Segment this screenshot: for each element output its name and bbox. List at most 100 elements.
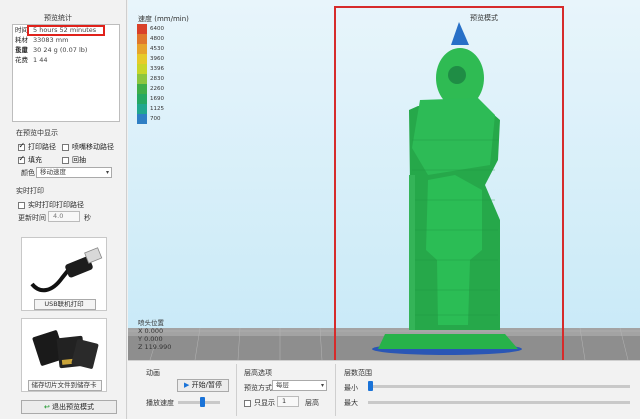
play-speed-slider[interactable] [178, 401, 220, 404]
chevron-down-icon: ▾ [320, 382, 324, 389]
legend-value: 700 [150, 116, 161, 122]
legend-color-swatch [137, 44, 147, 54]
color-select-value: 移动速度 [40, 168, 66, 176]
legend-entry: 4530 [137, 44, 169, 54]
left-panel: 预览统计 时间 5 hours 52 minutes 耗材长度 33083 mm 重… [0, 0, 127, 419]
min-layer-knob[interactable] [368, 381, 373, 391]
exit-preview-label: 退出预览模式 [52, 403, 95, 411]
stats-key: 重量 [15, 46, 28, 54]
preview-mode-label: 预览方式 [244, 384, 272, 392]
save-to-sd-card[interactable]: 储存切片文件到储存卡 [21, 318, 107, 392]
option-label: 喷嘴移动路径 [72, 143, 114, 151]
option-nozzle-path[interactable]: 喷嘴移动路径 [62, 142, 114, 152]
update-time-unit: 秒 [84, 214, 91, 222]
checkbox-icon[interactable] [62, 156, 69, 164]
sd-card-caption: 储存切片文件到储存卡 [31, 381, 97, 389]
coord-z: Z 119.990 [138, 343, 171, 351]
play-pause-button[interactable]: ▶ 开始/暂停 [177, 379, 229, 392]
legend-entry: 6400 [137, 24, 169, 34]
checkbox-icon[interactable] [244, 399, 251, 407]
legend-color-swatch [137, 74, 147, 84]
play-icon: ▶ [184, 381, 190, 389]
coord-value: 0.000 [144, 327, 164, 335]
legend-entry: 700 [137, 114, 169, 124]
sd-card-icon [32, 330, 99, 369]
stats-value: 1 44 [33, 56, 48, 64]
legend-value: 1690 [150, 96, 164, 102]
stats-value: 30 24 g (0.07 lb) [33, 46, 88, 54]
legend-entry: 3396 [137, 64, 169, 74]
legend-entry: 2830 [137, 74, 169, 84]
usb-cable-icon [30, 247, 103, 293]
max-layer-slider[interactable] [368, 401, 630, 404]
display-options-title: 在预览中显示 [16, 129, 58, 137]
stats-row: 耗材长度 33083 mm [13, 35, 119, 54]
legend-color-swatch [137, 24, 147, 34]
option-realtime-print[interactable]: 实时打印打印路径 [18, 200, 84, 210]
preview-stats-title: 预览统计 [44, 14, 72, 22]
usb-print-card[interactable]: USB联机打印 [21, 237, 107, 311]
chevron-down-icon: ▾ [105, 169, 109, 176]
option-label: 打印路径 [28, 143, 56, 151]
time-highlight [27, 25, 105, 36]
option-label: 实时打印打印路径 [28, 201, 84, 209]
legend-entry: 1125 [137, 104, 169, 114]
coord-axis: X [138, 327, 143, 335]
only-show-label: 只显示 [254, 399, 275, 407]
speed-legend: 6400 4800 4530 3960 3396 2830 2260 1690 1125 700 [137, 24, 169, 124]
play-speed-label: 播放速度 [146, 399, 174, 407]
update-time-input[interactable]: 4.0 [48, 211, 80, 222]
legend-value: 3396 [150, 66, 164, 72]
legend-value: 2830 [150, 76, 164, 82]
speed-legend-title: 速度 (mm/min) [138, 15, 189, 23]
coord-x: X 0.000 [138, 327, 171, 335]
coord-axis: Z [138, 343, 143, 351]
legend-entry: 2260 [137, 84, 169, 94]
realtime-title: 实时打印 [16, 187, 44, 195]
nozzle-position: 喷头位置 X 0.000 Y 0.000 Z 119.990 [138, 319, 171, 351]
exit-preview-button[interactable]: ↩ 退出预览模式 [21, 400, 117, 414]
min-label: 最小 [344, 384, 358, 392]
play-speed-knob[interactable] [200, 397, 205, 407]
coord-axis: Y [138, 335, 142, 343]
max-label: 最大 [344, 399, 358, 407]
checkbox-icon[interactable] [62, 143, 69, 151]
option-infill[interactable]: 填充 [18, 154, 42, 165]
legend-value: 3960 [150, 56, 164, 62]
legend-color-swatch [137, 114, 147, 124]
legend-color-swatch [137, 34, 147, 44]
stats-row: 重量 30 24 g (0.07 lb) [13, 45, 119, 55]
legend-value: 1125 [150, 106, 164, 112]
coord-value: 119.990 [144, 343, 172, 351]
preview-mode-select[interactable]: 每层 ▾ [272, 380, 327, 391]
stats-row: 花费 1 44 [13, 55, 119, 65]
checkbox-icon[interactable] [18, 154, 25, 164]
preview-mode-value: 每层 [276, 381, 289, 389]
legend-entry: 3960 [137, 54, 169, 64]
legend-color-swatch [137, 104, 147, 114]
checkbox-icon[interactable] [18, 201, 25, 209]
only-show-layers-input[interactable]: 1 [277, 396, 299, 407]
stats-key: 耗材长度 [15, 36, 28, 54]
legend-value: 2260 [150, 86, 164, 92]
color-select[interactable]: 移动速度 ▾ [36, 167, 112, 178]
divider [236, 364, 237, 416]
only-show-option[interactable]: 只显示 [244, 398, 275, 408]
option-print-path[interactable]: 打印路径 [18, 141, 56, 152]
checkbox-icon[interactable] [18, 141, 25, 151]
update-time-value: 4.0 [53, 212, 64, 220]
nozzle-position-title: 喷头位置 [138, 319, 164, 327]
play-pause-label: 开始/暂停 [191, 381, 222, 389]
legend-value: 6400 [150, 26, 164, 32]
usb-print-caption: USB联机打印 [44, 300, 84, 308]
color-label: 颜色 [21, 169, 35, 177]
legend-value: 4530 [150, 46, 164, 52]
coord-y: Y 0.000 [138, 335, 171, 343]
option-retract[interactable]: 回抽 [62, 155, 86, 165]
legend-entry: 4800 [137, 34, 169, 44]
legend-color-swatch [137, 84, 147, 94]
animation-title: 动画 [146, 369, 160, 377]
min-layer-slider[interactable] [368, 385, 630, 388]
stats-key: 花费 [15, 56, 28, 64]
legend-entry: 1690 [137, 94, 169, 104]
